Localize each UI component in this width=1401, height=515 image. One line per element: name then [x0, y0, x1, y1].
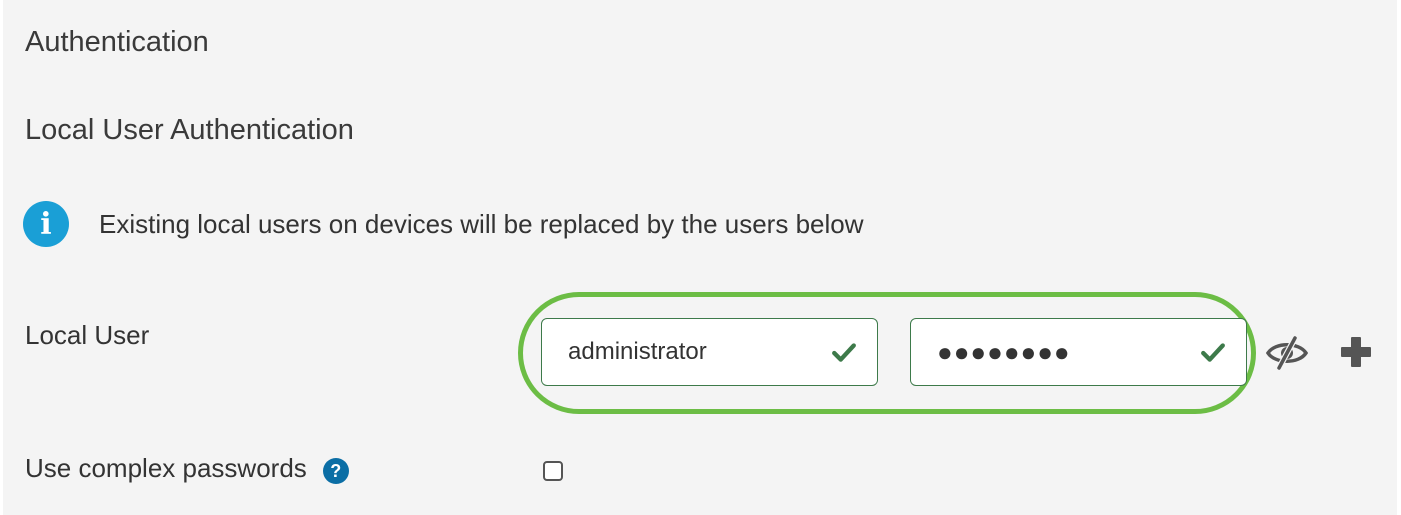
username-value: administrator [568, 338, 707, 365]
info-message: i Existing local users on devices will b… [23, 200, 864, 248]
plus-icon[interactable] [1339, 335, 1373, 369]
check-icon [832, 343, 856, 362]
complex-passwords-row: Use complex passwords ? [25, 452, 349, 484]
local-user-label: Local User [25, 320, 150, 350]
authentication-panel: Authentication Local User Authentication… [3, 0, 1397, 515]
eye-slash-icon[interactable] [1265, 336, 1309, 370]
help-icon[interactable]: ? [322, 458, 349, 484]
username-input[interactable]: administrator [541, 318, 878, 386]
complex-passwords-checkbox[interactable] [543, 461, 563, 481]
check-icon [1201, 343, 1225, 362]
complex-passwords-label: Use complex passwords [25, 452, 307, 483]
info-icon: i [23, 201, 69, 247]
section-title: Authentication [25, 26, 209, 58]
password-value: ●●●●●●●● [937, 336, 1071, 367]
password-input[interactable]: ●●●●●●●● [910, 318, 1247, 386]
info-text: Existing local users on devices will be … [99, 208, 864, 239]
local-user-auth-title: Local User Authentication [25, 114, 354, 146]
